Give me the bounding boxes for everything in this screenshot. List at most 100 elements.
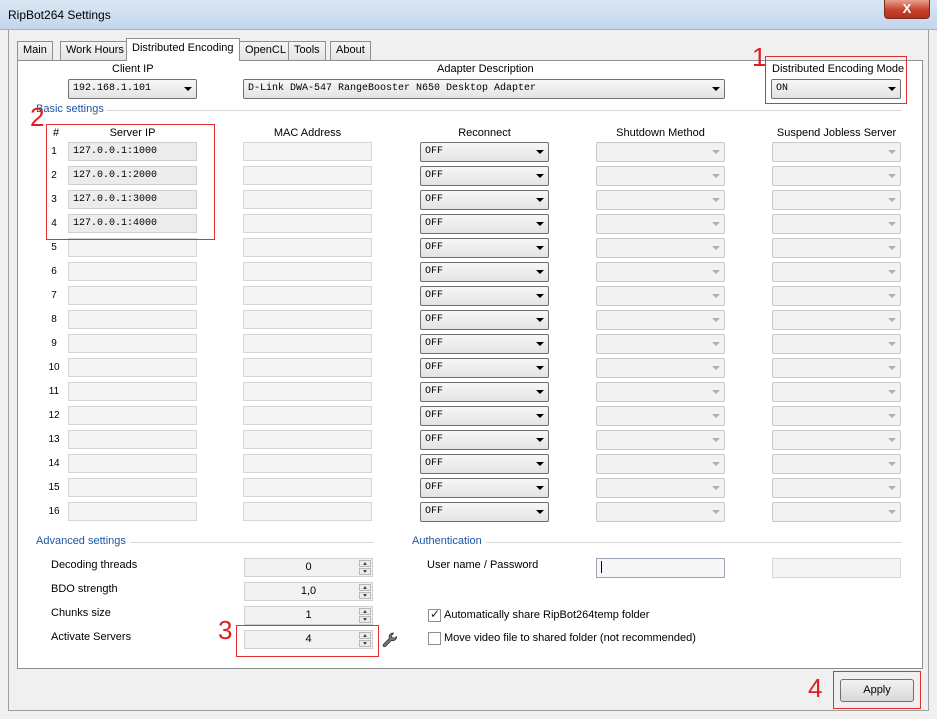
tab-distributed-encoding[interactable]: Distributed Encoding bbox=[126, 38, 240, 61]
tab-about[interactable]: About bbox=[330, 41, 371, 60]
col-header-suspend: Suspend Jobless Server bbox=[776, 127, 897, 139]
server-ip-input[interactable] bbox=[68, 334, 197, 353]
reconnect-value: OFF bbox=[425, 386, 444, 397]
apply-button[interactable]: Apply bbox=[840, 679, 914, 702]
activate-servers-label: Activate Servers bbox=[51, 631, 132, 643]
chevron-down-icon bbox=[712, 198, 720, 202]
chevron-down-icon bbox=[888, 150, 896, 154]
shutdown-method-select bbox=[596, 454, 725, 474]
bdo-strength-stepper[interactable]: 1,0 bbox=[244, 582, 373, 601]
chevron-down-icon bbox=[712, 366, 720, 370]
chevron-down-icon bbox=[888, 366, 896, 370]
reconnect-select[interactable]: OFF bbox=[420, 406, 549, 426]
password-input[interactable] bbox=[772, 558, 901, 578]
server-ip-input[interactable] bbox=[68, 358, 197, 377]
server-ip-input[interactable] bbox=[68, 382, 197, 401]
username-input[interactable] bbox=[596, 558, 725, 578]
wrench-icon[interactable] bbox=[381, 631, 399, 649]
reconnect-select[interactable]: OFF bbox=[420, 142, 549, 162]
encoding-mode-select[interactable]: ON bbox=[771, 79, 901, 99]
spin-down-icon[interactable] bbox=[359, 640, 371, 647]
server-ip-input[interactable]: 127.0.0.1:1000 bbox=[68, 142, 197, 161]
activate-servers-stepper[interactable]: 4 bbox=[244, 630, 373, 649]
server-ip-input[interactable]: 127.0.0.1:2000 bbox=[68, 166, 197, 185]
tab-work-hours[interactable]: Work Hours bbox=[60, 41, 130, 60]
spin-up-icon[interactable] bbox=[359, 584, 371, 591]
server-ip-input[interactable] bbox=[68, 502, 197, 521]
reconnect-select[interactable]: OFF bbox=[420, 478, 549, 498]
row-number: 8 bbox=[51, 314, 57, 325]
reconnect-select[interactable]: OFF bbox=[420, 358, 549, 378]
row-number: 11 bbox=[48, 386, 60, 397]
spin-down-icon[interactable] bbox=[359, 592, 371, 599]
chevron-down-icon bbox=[536, 294, 544, 298]
row-number: 5 bbox=[51, 242, 57, 253]
server-ip-input[interactable] bbox=[68, 430, 197, 449]
tab-opencl[interactable]: OpenCL bbox=[239, 41, 292, 60]
reconnect-select[interactable]: OFF bbox=[420, 190, 549, 210]
spin-down-icon[interactable] bbox=[359, 568, 371, 575]
close-button[interactable]: X bbox=[884, 0, 930, 19]
reconnect-select[interactable]: OFF bbox=[420, 166, 549, 186]
annotation-number-2: 2 bbox=[30, 102, 45, 132]
server-ip-input[interactable]: 127.0.0.1:4000 bbox=[68, 214, 197, 233]
reconnect-select[interactable]: OFF bbox=[420, 286, 549, 306]
reconnect-select[interactable]: OFF bbox=[420, 502, 549, 522]
auto-share-checkbox[interactable] bbox=[428, 607, 441, 622]
spin-up-icon[interactable] bbox=[359, 608, 371, 615]
server-ip-input[interactable] bbox=[68, 478, 197, 497]
server-ip-input[interactable] bbox=[68, 262, 197, 281]
server-ip-input[interactable] bbox=[68, 286, 197, 305]
reconnect-value: OFF bbox=[425, 338, 444, 349]
chunks-size-stepper[interactable]: 1 bbox=[244, 606, 373, 625]
chevron-down-icon bbox=[888, 414, 896, 418]
server-ip-input[interactable] bbox=[68, 406, 197, 425]
tab-tools[interactable]: Tools bbox=[288, 41, 326, 60]
advanced-settings-title: Advanced settings bbox=[36, 535, 126, 547]
spin-up-icon[interactable] bbox=[359, 560, 371, 567]
server-ip-input[interactable]: 127.0.0.1:3000 bbox=[68, 190, 197, 209]
chevron-down-icon bbox=[712, 486, 720, 490]
chevron-down-icon bbox=[888, 342, 896, 346]
adapter-label: Adapter Description bbox=[437, 63, 534, 75]
decoding-threads-label: Decoding threads bbox=[51, 559, 138, 571]
mac-address-field bbox=[243, 238, 372, 257]
col-header-reconnect: Reconnect bbox=[458, 127, 511, 139]
tab-main[interactable]: Main bbox=[17, 41, 53, 60]
shutdown-method-select bbox=[596, 478, 725, 498]
server-ip-value: 127.0.0.1:2000 bbox=[73, 170, 158, 181]
server-ip-input[interactable] bbox=[68, 454, 197, 473]
shutdown-method-select bbox=[596, 430, 725, 450]
reconnect-select[interactable]: OFF bbox=[420, 238, 549, 258]
reconnect-select[interactable]: OFF bbox=[420, 454, 549, 474]
auto-share-label[interactable]: Automatically share RipBot264temp folder bbox=[444, 609, 649, 621]
spin-up-icon[interactable] bbox=[359, 632, 371, 639]
reconnect-select[interactable]: OFF bbox=[420, 430, 549, 450]
spin-down-icon[interactable] bbox=[359, 616, 371, 623]
adapter-select[interactable]: D-Link DWA-547 RangeBooster N650 Desktop… bbox=[243, 79, 725, 99]
reconnect-select[interactable]: OFF bbox=[420, 382, 549, 402]
suspend-jobless-select bbox=[772, 358, 901, 378]
reconnect-select[interactable]: OFF bbox=[420, 214, 549, 234]
chevron-down-icon bbox=[712, 294, 720, 298]
reconnect-select[interactable]: OFF bbox=[420, 334, 549, 354]
decoding-threads-stepper[interactable]: 0 bbox=[244, 558, 373, 577]
shutdown-method-select bbox=[596, 214, 725, 234]
reconnect-select[interactable]: OFF bbox=[420, 310, 549, 330]
adapter-value: D-Link DWA-547 RangeBooster N650 Desktop… bbox=[248, 83, 537, 94]
reconnect-select[interactable]: OFF bbox=[420, 262, 549, 282]
reconnect-value: OFF bbox=[425, 242, 444, 253]
chevron-down-icon bbox=[536, 366, 544, 370]
server-ip-input[interactable] bbox=[68, 238, 197, 257]
chevron-down-icon bbox=[536, 342, 544, 346]
decoding-threads-value: 0 bbox=[305, 561, 312, 573]
shutdown-method-select bbox=[596, 334, 725, 354]
move-video-label[interactable]: Move video file to shared folder (not re… bbox=[444, 632, 696, 644]
suspend-jobless-select bbox=[772, 310, 901, 330]
server-ip-value: 127.0.0.1:3000 bbox=[73, 194, 158, 205]
move-video-checkbox[interactable] bbox=[428, 632, 441, 645]
client-ip-select[interactable]: 192.168.1.101 bbox=[68, 79, 197, 99]
shutdown-method-select bbox=[596, 310, 725, 330]
chevron-down-icon bbox=[712, 510, 720, 514]
server-ip-input[interactable] bbox=[68, 310, 197, 329]
